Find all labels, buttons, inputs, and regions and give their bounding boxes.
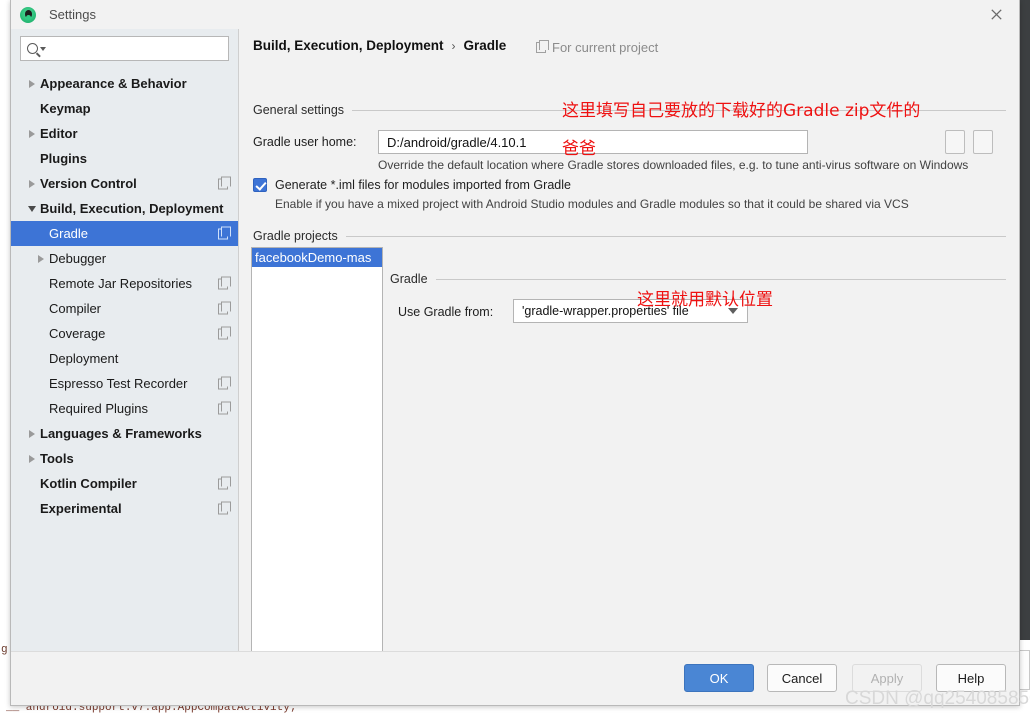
sidebar-item-label: Espresso Test Recorder: [49, 376, 188, 391]
dialog-body: Appearance & Behavior Keymap Editor Plugins…: [11, 29, 1019, 651]
gradle-user-home-browse-button[interactable]: [945, 130, 965, 154]
sidebar-item-label: Plugins: [40, 151, 87, 166]
gradle-user-home-expand-button[interactable]: [973, 130, 993, 154]
gradle-projects-list[interactable]: facebookDemo-mas: [251, 247, 383, 651]
settings-content-pane: Build, Execution, Deployment › Gradle Fo…: [240, 29, 1019, 651]
sidebar-item-label: Editor: [40, 126, 78, 141]
sidebar-search[interactable]: [20, 36, 229, 61]
sidebar-item-label: Remote Jar Repositories: [49, 276, 193, 291]
sidebar-item-label: Gradle: [49, 226, 89, 241]
sidebar-item-label: Coverage: [49, 326, 106, 341]
copy-icon: [218, 376, 231, 389]
breadcrumb-current: Gradle: [463, 38, 507, 53]
chevron-right-icon[interactable]: [24, 79, 40, 88]
dialog-title: Settings: [49, 7, 96, 22]
copy-icon: [218, 226, 231, 239]
sidebar-item-keymap[interactable]: Keymap: [11, 96, 238, 121]
copy-icon: [218, 401, 231, 414]
copy-icon: [218, 501, 231, 514]
code-fragment: g: [1, 644, 8, 656]
gradle-user-home-hint: Override the default location where Grad…: [378, 158, 969, 172]
chevron-right-icon[interactable]: [24, 179, 40, 188]
csdn-watermark: CSDN @qq254085850: [845, 688, 1030, 709]
sidebar-item-label: Compiler: [49, 301, 102, 316]
copy-icon: [536, 40, 549, 53]
sidebar-item-gradle[interactable]: Gradle: [11, 221, 238, 246]
generate-iml-checkbox[interactable]: [253, 178, 267, 192]
red-annotation-3: 这里就用默认位置: [637, 290, 773, 310]
red-annotation-2: 爸爸: [562, 139, 596, 159]
sidebar-item-label: Languages & Frameworks: [40, 426, 202, 441]
red-annotation-1: 这里填写自己要放的下载好的Gradle zip文件的: [562, 101, 921, 121]
gradle-inner-label: Gradle: [390, 272, 428, 286]
sidebar-item-languages-frameworks[interactable]: Languages & Frameworks: [11, 421, 238, 446]
sidebar-item-label: Build, Execution, Deployment: [40, 201, 224, 216]
sidebar-item-build-execution-deployment[interactable]: Build, Execution, Deployment: [11, 196, 238, 221]
cancel-button[interactable]: Cancel: [767, 664, 837, 692]
breadcrumb-separator-icon: ›: [451, 38, 456, 53]
sidebar-item-kotlin-compiler[interactable]: Kotlin Compiler: [11, 471, 238, 496]
sidebar-item-label: Keymap: [40, 101, 91, 116]
chevron-down-icon[interactable]: [24, 205, 40, 212]
sidebar-item-coverage[interactable]: Coverage: [11, 321, 238, 346]
chevron-right-icon[interactable]: [24, 429, 40, 438]
sidebar-item-label: Required Plugins: [49, 401, 149, 416]
gradle-inner-group-header: Gradle: [390, 272, 1006, 286]
close-icon[interactable]: [973, 0, 1019, 29]
sidebar-item-remote-jar-repositories[interactable]: Remote Jar Repositories: [11, 271, 238, 296]
copy-icon: [218, 301, 231, 314]
breadcrumb: Build, Execution, Deployment › Gradle: [253, 38, 506, 53]
chevron-right-icon[interactable]: [33, 254, 49, 263]
sidebar-item-compiler[interactable]: Compiler: [11, 296, 238, 321]
sidebar-item-label: Kotlin Compiler: [40, 476, 137, 491]
use-gradle-from-label: Use Gradle from:: [398, 305, 494, 319]
search-icon: [27, 43, 38, 54]
list-item[interactable]: facebookDemo-mas: [252, 248, 382, 267]
copy-icon: [218, 326, 231, 339]
copy-icon: [218, 476, 231, 489]
sidebar-item-experimental[interactable]: Experimental: [11, 496, 238, 521]
android-studio-icon: [20, 6, 36, 23]
sidebar-item-espresso-test-recorder[interactable]: Espresso Test Recorder: [11, 371, 238, 396]
gradle-projects-label: Gradle projects: [253, 229, 338, 243]
sidebar-item-label: Tools: [40, 451, 74, 466]
generate-iml-label: Generate *.iml files for modules importe…: [275, 178, 571, 192]
group-divider: [435, 278, 1006, 280]
sidebar-item-appearance-behavior[interactable]: Appearance & Behavior: [11, 71, 238, 96]
group-divider: [345, 235, 1006, 237]
chevron-right-icon[interactable]: [24, 454, 40, 463]
copy-icon: [218, 276, 231, 289]
sidebar-item-deployment[interactable]: Deployment: [11, 346, 238, 371]
gradle-projects-group-header: Gradle projects: [253, 229, 1006, 243]
sidebar-item-label: Experimental: [40, 501, 122, 516]
dialog-titlebar: Settings: [11, 0, 1019, 29]
settings-sidebar: Appearance & Behavior Keymap Editor Plugins…: [11, 29, 239, 651]
sidebar-item-version-control[interactable]: Version Control: [11, 171, 238, 196]
for-current-project-indicator: For current project: [536, 40, 658, 55]
sidebar-item-label: Version Control: [40, 176, 137, 191]
sidebar-item-plugins[interactable]: Plugins: [11, 146, 238, 171]
breadcrumb-parent[interactable]: Build, Execution, Deployment: [253, 38, 444, 53]
sidebar-item-editor[interactable]: Editor: [11, 121, 238, 146]
sidebar-item-tools[interactable]: Tools: [11, 446, 238, 471]
sidebar-item-label: Appearance & Behavior: [40, 76, 187, 91]
settings-tree: Appearance & Behavior Keymap Editor Plugins…: [11, 71, 238, 521]
sidebar-item-label: Debugger: [49, 251, 107, 266]
copy-icon: [218, 176, 231, 189]
sidebar-item-label: Deployment: [49, 351, 119, 366]
sidebar-item-debugger[interactable]: Debugger: [11, 246, 238, 271]
for-current-project-label: For current project: [552, 40, 659, 55]
sidebar-item-required-plugins[interactable]: Required Plugins: [11, 396, 238, 421]
generate-iml-checkbox-row[interactable]: Generate *.iml files for modules importe…: [253, 178, 571, 192]
chevron-right-icon[interactable]: [24, 129, 40, 138]
gradle-user-home-label: Gradle user home:: [253, 135, 357, 149]
generate-iml-hint: Enable if you have a mixed project with …: [275, 197, 909, 211]
ok-button[interactable]: OK: [684, 664, 754, 692]
general-settings-label: General settings: [253, 103, 345, 117]
search-input[interactable]: [46, 40, 228, 57]
